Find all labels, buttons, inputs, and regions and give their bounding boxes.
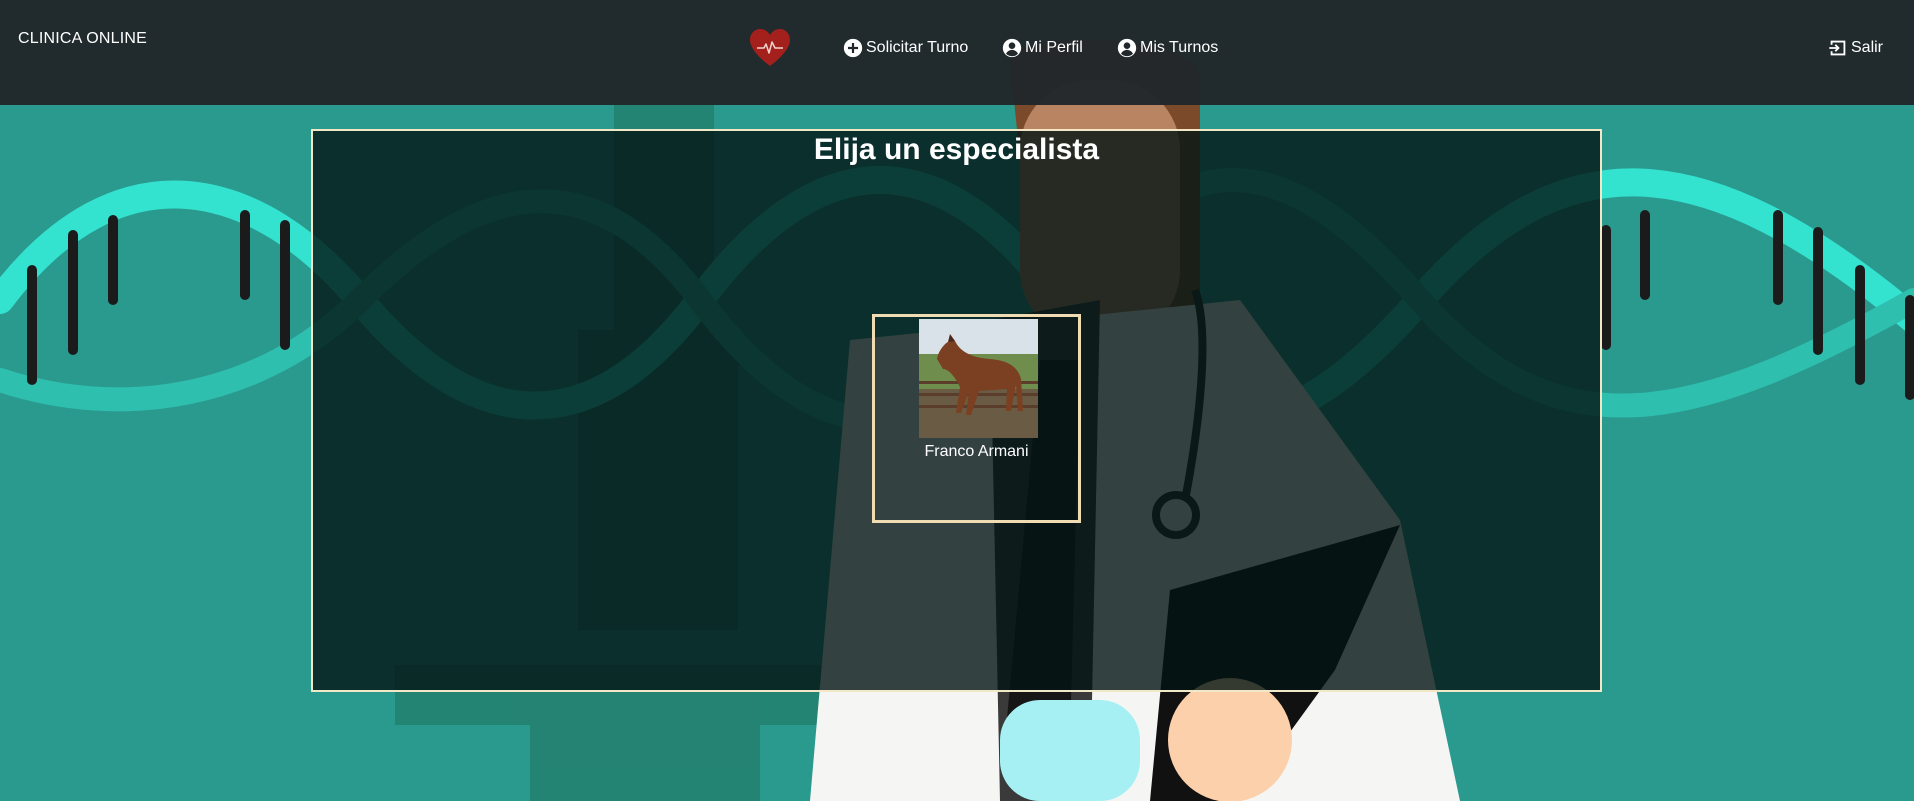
nav-mi-perfil-label: Mi Perfil [1025, 39, 1083, 56]
account-circle-icon [1002, 38, 1022, 58]
page-title: Elija un especialista [813, 133, 1100, 166]
plus-circle-icon [843, 38, 863, 58]
logout-label: Salir [1851, 39, 1884, 56]
specialist-card[interactable]: Franco Armani [872, 314, 1081, 523]
nav-solicitar-turno-label: Solicitar Turno [866, 39, 969, 56]
specialist-panel: Elija un especialista Franco Armani [311, 129, 1602, 692]
nav-mis-turnos[interactable]: Mis Turnos [1116, 37, 1218, 59]
account-circle-icon [1117, 38, 1137, 58]
nav-mi-perfil[interactable]: Mi Perfil [1001, 37, 1083, 59]
brand-name[interactable]: CLINICA ONLINE [18, 30, 147, 48]
logout-button[interactable]: Salir [1827, 37, 1883, 59]
nav-mis-turnos-label: Mis Turnos [1140, 39, 1219, 56]
specialist-photo [919, 319, 1038, 438]
nav-solicitar-turno[interactable]: Solicitar Turno [842, 37, 968, 59]
heart-pulse-icon[interactable] [748, 28, 792, 68]
logout-icon [1829, 40, 1846, 56]
specialist-name: Franco Armani [924, 443, 1029, 460]
top-navbar: CLINICA ONLINE Solicitar Turno Mi Perfil… [0, 0, 1914, 105]
